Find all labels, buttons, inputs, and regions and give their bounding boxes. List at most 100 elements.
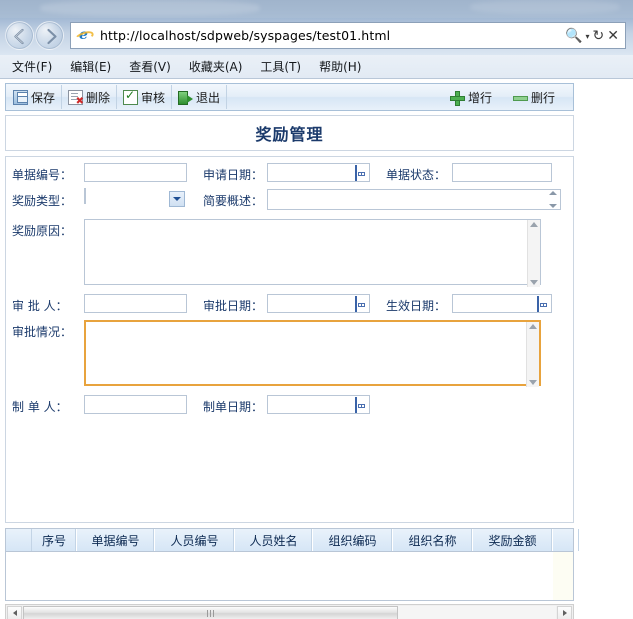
doc-status-input[interactable] bbox=[452, 163, 552, 182]
menu-file[interactable]: 文件(F) bbox=[12, 58, 52, 75]
approve-date-field[interactable] bbox=[267, 294, 370, 313]
make-date-field[interactable] bbox=[267, 395, 370, 414]
doc-status-label: 单据状态： bbox=[386, 168, 447, 182]
detail-grid: 序号 单据编号 人员编号 人员姓名 组织编码 组织名称 奖励金额 bbox=[5, 528, 579, 601]
form-row-3: 奖励原因： bbox=[12, 219, 567, 288]
grid-col-seq[interactable]: 序号 bbox=[32, 529, 77, 551]
apply-date-label: 申请日期： bbox=[203, 168, 264, 182]
browser-chrome: e http://localhost/sdpweb/syspages/test0… bbox=[0, 0, 633, 55]
brief-label: 简要概述： bbox=[203, 194, 264, 208]
maker-input[interactable] bbox=[84, 395, 187, 414]
navigation-buttons bbox=[5, 21, 67, 51]
approve-date-label: 审批日期： bbox=[203, 299, 264, 313]
exit-icon bbox=[178, 90, 194, 105]
back-arrow-icon bbox=[14, 28, 24, 45]
menu-bar: 文件(F) 编辑(E) 查看(V) 收藏夹(A) 工具(T) 帮助(H) bbox=[0, 55, 633, 79]
toolbar-right-group: 增行 删行 bbox=[438, 85, 573, 109]
save-button-label: 保存 bbox=[31, 90, 56, 105]
stop-icon[interactable]: ✕ bbox=[607, 29, 619, 43]
scroll-left-arrow-icon[interactable] bbox=[7, 605, 22, 619]
grid-col-award-amount[interactable]: 奖励金额 bbox=[473, 529, 553, 551]
address-url-text[interactable]: http://localhost/sdpweb/syspages/test01.… bbox=[100, 28, 565, 43]
toolbar-left-group: 保存 删除 审核 退出 bbox=[6, 84, 228, 110]
delete-row-minus-icon bbox=[512, 90, 528, 105]
grid-header-row: 序号 单据编号 人员编号 人员姓名 组织编码 组织名称 奖励金额 bbox=[6, 529, 579, 552]
calendar-picker-icon[interactable] bbox=[355, 296, 367, 312]
calendar-picker-icon[interactable] bbox=[355, 165, 367, 181]
grid-body[interactable] bbox=[6, 552, 573, 600]
scroll-thumb-grip-icon bbox=[207, 609, 214, 617]
grid-col-org-name[interactable]: 组织名称 bbox=[393, 529, 473, 551]
calendar-picker-icon[interactable] bbox=[355, 397, 367, 413]
reason-field[interactable] bbox=[84, 219, 541, 288]
chevron-down-icon[interactable] bbox=[169, 191, 185, 207]
approval-detail-textarea[interactable] bbox=[84, 320, 541, 386]
brief-textarea[interactable] bbox=[267, 189, 561, 210]
horizontal-scrollbar[interactable] bbox=[5, 604, 574, 619]
doc-no-input[interactable] bbox=[84, 163, 187, 182]
refresh-icon[interactable]: ↻ bbox=[593, 29, 605, 43]
reason-scrollbar[interactable] bbox=[527, 220, 540, 287]
brief-field[interactable] bbox=[267, 189, 561, 213]
menu-help[interactable]: 帮助(H) bbox=[319, 58, 361, 75]
exit-button[interactable]: 退出 bbox=[172, 85, 228, 109]
form-row-5: 审批情况： bbox=[12, 320, 567, 389]
delete-button-label: 删除 bbox=[86, 90, 111, 105]
page-title: 奖励管理 bbox=[255, 125, 324, 144]
approver-label: 审 批 人： bbox=[12, 299, 68, 313]
add-row-plus-icon bbox=[449, 90, 465, 106]
reason-textarea[interactable] bbox=[84, 219, 541, 285]
forward-button[interactable] bbox=[35, 21, 64, 50]
address-bar-icons: 🔍 ▾ ↻ ✕ bbox=[565, 29, 625, 43]
scroll-right-arrow-icon[interactable] bbox=[557, 605, 572, 619]
reason-label: 奖励原因： bbox=[12, 224, 73, 238]
search-magnifier-icon[interactable]: 🔍 bbox=[565, 29, 582, 43]
add-row-button[interactable]: 增行 bbox=[438, 85, 502, 109]
approval-detail-scrollbar[interactable] bbox=[526, 322, 539, 387]
doc-no-label: 单据编号： bbox=[12, 168, 73, 182]
chrome-highlight-right bbox=[470, 0, 620, 14]
audit-button[interactable]: 审核 bbox=[117, 85, 173, 109]
menu-favorites[interactable]: 收藏夹(A) bbox=[189, 58, 243, 75]
maker-label: 制 单 人： bbox=[12, 400, 68, 414]
forward-arrow-icon bbox=[47, 28, 57, 45]
page-content: 保存 删除 审核 退出 增行 删行 bbox=[0, 80, 633, 619]
grid-col-person-no[interactable]: 人员编号 bbox=[155, 529, 235, 551]
search-provider-caret-icon[interactable]: ▾ bbox=[586, 32, 590, 41]
form-row-1: 单据编号： 申请日期： 单据状态： bbox=[12, 163, 567, 183]
calendar-picker-icon[interactable] bbox=[537, 296, 549, 312]
form-row-6: 制 单 人： 制单日期： bbox=[12, 395, 567, 415]
approval-detail-label: 审批情况： bbox=[12, 325, 73, 339]
approval-detail-field[interactable] bbox=[84, 320, 541, 389]
award-type-select[interactable] bbox=[84, 188, 187, 210]
menu-edit[interactable]: 编辑(E) bbox=[70, 58, 111, 75]
grid-col-spacer bbox=[6, 529, 32, 551]
grid-col-org-code[interactable]: 组织编码 bbox=[313, 529, 393, 551]
effective-date-field[interactable] bbox=[452, 294, 552, 313]
form-panel: 单据编号： 申请日期： 单据状态： 奖励类型： 简要概述： 奖励原因： 审 批 … bbox=[5, 156, 574, 523]
audit-button-label: 审核 bbox=[141, 90, 166, 105]
save-icon bbox=[13, 89, 28, 105]
approver-input[interactable] bbox=[84, 294, 187, 313]
form-row-4: 审 批 人： 审批日期： 生效日期： bbox=[12, 294, 567, 314]
back-button[interactable] bbox=[5, 21, 34, 50]
form-row-2: 奖励类型： 简要概述： bbox=[12, 188, 567, 213]
grid-col-person-name[interactable]: 人员姓名 bbox=[235, 529, 313, 551]
save-button[interactable]: 保存 bbox=[6, 85, 63, 109]
app-toolbar: 保存 删除 审核 退出 增行 删行 bbox=[5, 83, 574, 111]
delete-icon bbox=[68, 89, 84, 107]
chrome-highlight-left bbox=[40, 0, 260, 16]
apply-date-field[interactable] bbox=[267, 163, 370, 182]
horizontal-scroll-thumb[interactable] bbox=[23, 606, 398, 619]
award-type-label: 奖励类型： bbox=[12, 194, 73, 208]
menu-tools[interactable]: 工具(T) bbox=[260, 58, 301, 75]
page-title-panel: 奖励管理 bbox=[5, 115, 574, 151]
delete-row-button[interactable]: 删行 bbox=[502, 85, 565, 109]
spinner-updown-icon[interactable] bbox=[547, 191, 559, 208]
scrollbar-track[interactable] bbox=[23, 606, 556, 619]
delete-button[interactable]: 删除 bbox=[62, 85, 118, 109]
address-bar[interactable]: e http://localhost/sdpweb/syspages/test0… bbox=[70, 22, 626, 49]
grid-col-doc-no[interactable]: 单据编号 bbox=[77, 529, 155, 551]
menu-view[interactable]: 查看(V) bbox=[129, 58, 171, 75]
effective-date-label: 生效日期： bbox=[386, 299, 447, 313]
